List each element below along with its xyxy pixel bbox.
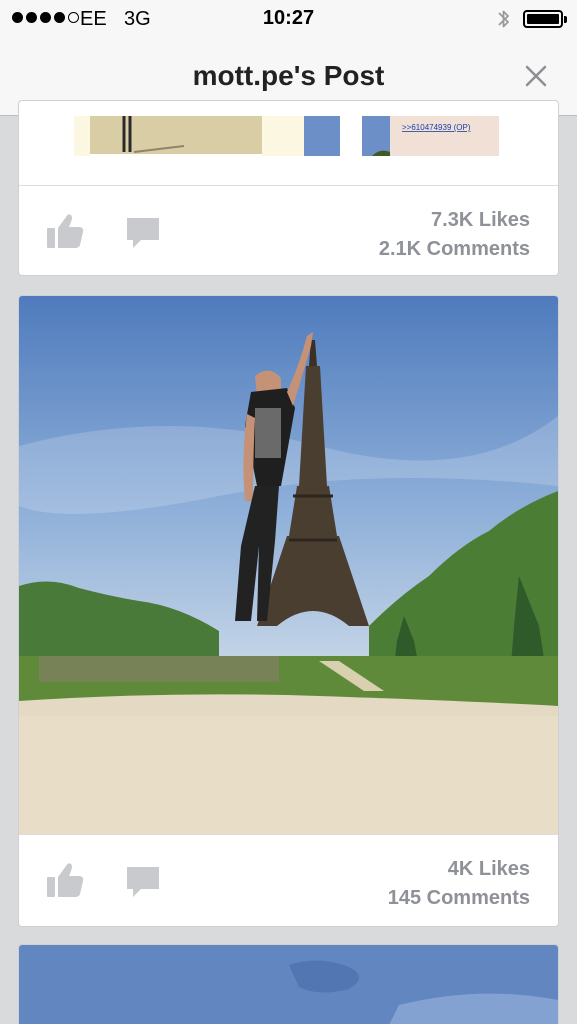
post-actions: 4K Likes 145 Comments (19, 834, 558, 926)
post-card: >>610474939 (OP) 7.3K Likes 2.1K Comment… (18, 100, 559, 276)
post-card (18, 944, 559, 1024)
post-image[interactable] (19, 296, 558, 834)
post-image[interactable]: >>610474939 (OP) (74, 116, 499, 156)
status-bar: EE 3G 10:27 (0, 0, 577, 38)
comment-bubble-icon[interactable] (125, 216, 161, 250)
post-card: 4K Likes 145 Comments (18, 295, 559, 927)
engagement-counts: 4K Likes 145 Comments (388, 855, 530, 913)
thumbs-up-icon[interactable] (45, 212, 85, 250)
comments-count[interactable]: 145 Comments (388, 884, 530, 913)
likes-count[interactable]: 7.3K Likes (379, 206, 530, 235)
post-actions: 7.3K Likes 2.1K Comments (19, 185, 558, 275)
quote-link[interactable]: >>610474939 (OP) (402, 123, 471, 132)
likes-count[interactable]: 4K Likes (388, 855, 530, 884)
battery-icon (523, 10, 567, 28)
comments-count[interactable]: 2.1K Comments (379, 235, 530, 264)
page-title: mott.pe's Post (192, 60, 385, 91)
post-image[interactable] (19, 945, 558, 1024)
battery-level (527, 14, 559, 24)
close-icon[interactable] (520, 60, 552, 92)
status-time: 10:27 (262, 7, 315, 29)
comment-bubble-icon[interactable] (125, 865, 161, 899)
engagement-counts: 7.3K Likes 2.1K Comments (379, 206, 530, 264)
thumbs-up-icon[interactable] (45, 861, 85, 899)
bluetooth-icon (498, 10, 509, 28)
